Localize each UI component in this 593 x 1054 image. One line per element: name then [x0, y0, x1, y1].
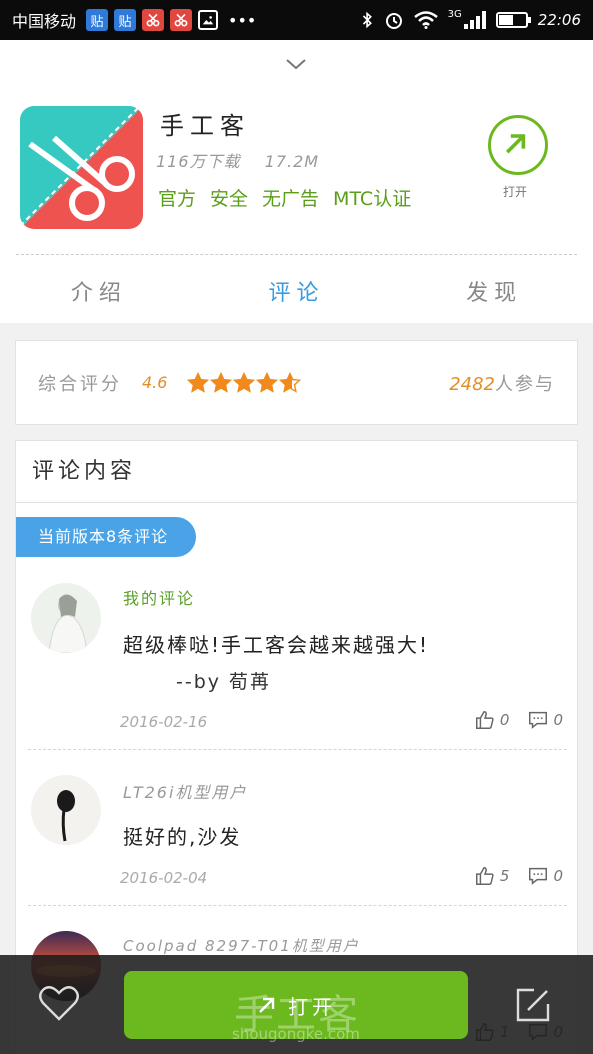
reply-count: 0	[553, 867, 563, 885]
divider	[16, 254, 577, 255]
app-tags: 官方 安全 无广告 MTC认证	[158, 184, 411, 211]
comment-divider	[28, 905, 567, 906]
tag-safe: 安全	[210, 188, 249, 210]
tab-comments[interactable]: 评论	[198, 265, 396, 323]
thumbs-up-icon	[475, 867, 494, 885]
comments-title: 评论内容	[16, 441, 577, 503]
reply-button[interactable]: 0	[527, 709, 563, 731]
comment-text: 超级棒哒!手工客会越来越强大!	[123, 633, 430, 657]
wifi-icon	[413, 11, 438, 29]
app-size: 17.2M	[264, 152, 320, 171]
open-button-label: 打开	[288, 994, 336, 1019]
participant-number: 2482	[449, 373, 495, 395]
star-icon	[279, 371, 302, 393]
rating-label: 综合评分	[38, 373, 122, 395]
carrier-name: 中国移动	[12, 12, 77, 31]
tieba-notification-icon-2: 贴	[114, 9, 137, 31]
chevron-down-icon[interactable]	[284, 56, 308, 72]
tag-mtc-certified: MTC认证	[333, 188, 412, 210]
comment-text: 挺好的,沙发	[123, 825, 242, 849]
open-app-label: 打开	[503, 185, 528, 199]
tab-intro[interactable]: 介绍	[0, 265, 198, 323]
signal-icon	[463, 11, 486, 29]
star-icon	[187, 371, 210, 393]
open-app-button[interactable]	[488, 115, 548, 175]
bluetooth-icon	[362, 11, 372, 29]
avatar[interactable]	[31, 775, 101, 845]
avatar[interactable]	[31, 583, 101, 653]
comment-username: LT26i机型用户	[123, 783, 248, 802]
heart-icon[interactable]	[38, 983, 80, 1023]
tab-bar: 介绍 评论 发现	[0, 265, 593, 323]
status-bar: 中国移动 贴 贴 ••• 3G 22:06	[0, 0, 593, 40]
star-icon	[233, 371, 256, 393]
app-meta: 116万下载 17.2M	[156, 148, 337, 172]
comment-icon	[529, 867, 548, 885]
network-type: 3G	[447, 8, 462, 20]
participant-count: 2482人参与	[449, 370, 555, 396]
tab-discover[interactable]: 发现	[395, 265, 593, 323]
comment-username: 我的评论	[123, 589, 196, 608]
comment-date: 2016-02-04	[120, 869, 208, 887]
tag-no-ads: 无广告	[262, 188, 320, 210]
star-icon	[256, 371, 279, 393]
rating-score: 4.6	[142, 373, 168, 392]
battery-icon	[495, 12, 531, 28]
comment-actions: 5 0	[474, 865, 563, 887]
comment-icon	[529, 711, 548, 729]
open-button[interactable]: 打开	[124, 971, 468, 1039]
comment-date: 2016-02-16	[120, 713, 208, 731]
image-notification-icon	[198, 10, 219, 30]
thumbs-up-icon	[475, 711, 494, 729]
comment-divider	[28, 749, 567, 750]
app-icon	[20, 106, 143, 229]
arrow-up-right-icon	[259, 997, 275, 1013]
comment-username: Coolpad 8297-T01机型用户	[123, 937, 360, 955]
tag-official: 官方	[158, 188, 197, 210]
reply-button[interactable]: 0	[527, 865, 563, 887]
clock: 22:06	[537, 11, 581, 29]
like-count: 0	[499, 711, 510, 729]
star-rating	[187, 371, 302, 394]
reply-count: 0	[553, 711, 563, 729]
like-button[interactable]: 0	[474, 709, 510, 731]
like-button[interactable]: 5	[474, 865, 510, 887]
arrow-up-right-icon	[505, 134, 526, 154]
bottom-action-bar: 打开	[0, 955, 593, 1054]
app-header: 手工客 116万下载 17.2M 官方 安全 无广告 MTC认证 打开 介绍 评…	[0, 40, 593, 323]
tieba-notification-icon: 贴	[86, 9, 109, 31]
rating-summary: 综合评分 4.6 2482人参与	[15, 340, 578, 425]
version-comment-badge: 当前版本8条评论	[16, 517, 196, 557]
scissors-notification-icon	[142, 9, 165, 31]
app-name: 手工客	[160, 112, 250, 140]
comment-actions: 0 0	[474, 709, 563, 731]
scissors-notification-icon-2	[170, 9, 193, 31]
edit-icon[interactable]	[514, 986, 552, 1024]
participant-suffix: 人参与	[495, 373, 555, 395]
alarm-icon	[385, 13, 402, 29]
star-icon	[210, 371, 233, 393]
like-count: 5	[499, 867, 510, 885]
more-notifications-icon: •••	[228, 10, 257, 30]
comment-signature: --by 荀苒	[176, 671, 272, 693]
download-count: 116万下载	[156, 152, 241, 171]
